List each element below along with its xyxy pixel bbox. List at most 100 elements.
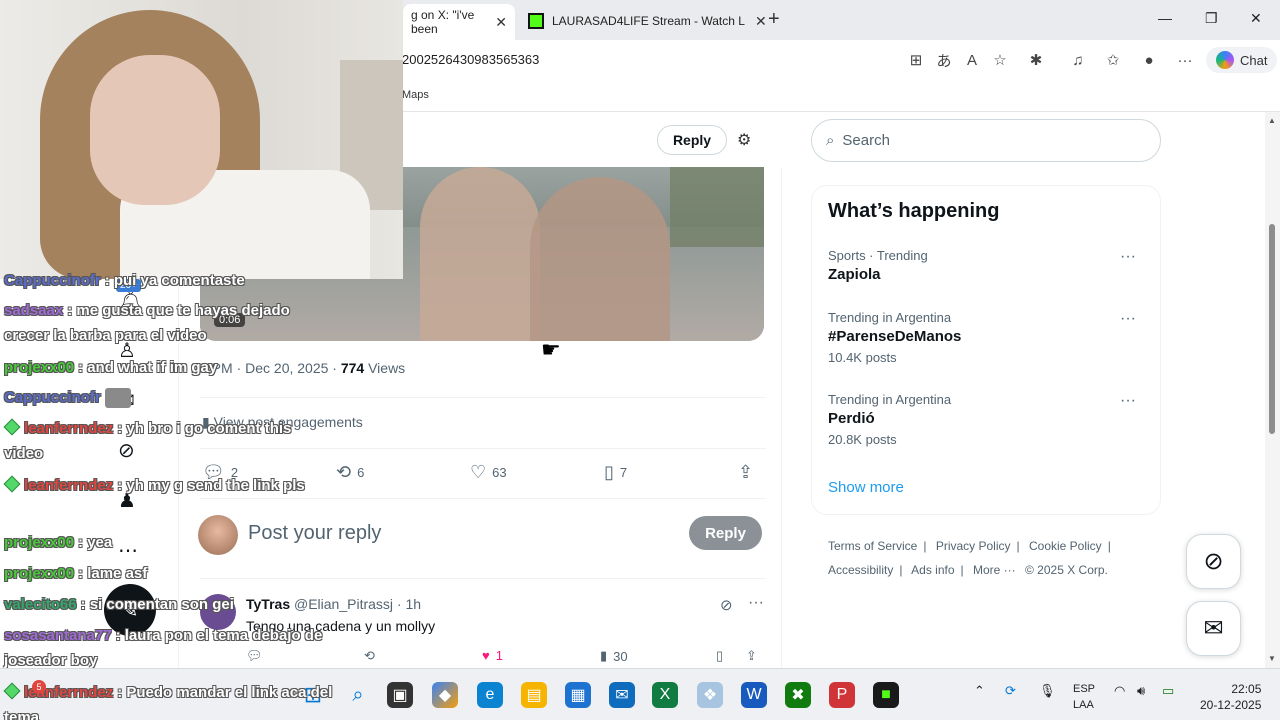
extensions-icon[interactable]: ✱: [1026, 50, 1046, 70]
media-icon[interactable]: ♫: [1068, 50, 1088, 70]
close-tab-icon[interactable]: ✕: [755, 13, 767, 30]
tab-x-post[interactable]: g on X: "i've been ✕: [403, 4, 515, 40]
trend-item[interactable]: Trending in Argentina Perdió 20.8K posts…: [828, 392, 1148, 447]
keyboard-layout: LAA: [1073, 699, 1094, 711]
tab-label: LAURASAD4LIFE Stream - Watch L: [552, 14, 745, 28]
scrollbar-thumb[interactable]: [1269, 224, 1275, 434]
more-icon[interactable]: ···: [748, 594, 764, 612]
chat-text: : pui ya comentaste: [104, 272, 245, 289]
scroll-up-icon[interactable]: ▲: [1268, 116, 1276, 125]
search-input[interactable]: ⌕ Search: [811, 119, 1161, 162]
kick-app-icon[interactable]: ■: [873, 682, 899, 708]
mail-icon[interactable]: ✉: [609, 682, 635, 708]
language-indicator[interactable]: ESP LAA: [1073, 681, 1095, 713]
messages-fab-button[interactable]: ✉: [1186, 601, 1241, 656]
footer-separator: |: [1016, 539, 1020, 553]
views-count: 774: [340, 360, 365, 376]
views-action[interactable]: ▮ 30: [600, 648, 628, 664]
bookmark-maps[interactable]: Maps: [402, 89, 429, 101]
xbox-icon[interactable]: ✖: [785, 682, 811, 708]
search-icon[interactable]: ⌕: [345, 682, 371, 708]
profile-icon[interactable]: ●: [1139, 50, 1159, 70]
more-menu-icon[interactable]: ···: [1175, 50, 1195, 70]
tab-label: g on X: "i've been: [411, 8, 475, 36]
copilot-icon[interactable]: ◆: [432, 682, 458, 708]
search-icon: ⌕: [826, 132, 835, 149]
edge-icon[interactable]: e: [477, 682, 503, 708]
tab-kick-stream[interactable]: LAURASAD4LIFE Stream - Watch L ✕: [520, 6, 775, 36]
bookmark-action[interactable]: ▯ 7: [604, 462, 627, 483]
trend-posts: 10.4K posts: [828, 350, 897, 365]
excel-icon[interactable]: X: [652, 682, 678, 708]
more-icon[interactable]: ···: [1120, 248, 1136, 266]
powerpoint-icon[interactable]: P: [829, 682, 855, 708]
footer-link[interactable]: Terms of Service: [828, 539, 917, 553]
favorite-star-icon[interactable]: ☆: [990, 50, 1010, 70]
trend-category: Trending in Argentina: [828, 310, 952, 325]
clock-date: 20-12-2025: [1200, 698, 1262, 712]
store-icon[interactable]: ▦: [565, 682, 591, 708]
footer-separator: |: [923, 539, 927, 553]
grok-fab-button[interactable]: ⊘: [1186, 534, 1241, 589]
chat-username: projexx00: [4, 359, 75, 376]
language-code: ESP: [1073, 683, 1096, 695]
chat-text: : yh my g send the link pls: [117, 477, 305, 494]
show-more-link[interactable]: Show more: [828, 479, 904, 496]
repost-icon: ⟲: [336, 462, 352, 482]
trend-posts: 20.8K posts: [828, 432, 897, 447]
reply-button[interactable]: Reply: [689, 516, 762, 550]
footer-link[interactable]: More ···: [973, 563, 1016, 577]
battery-icon[interactable]: ▭: [1162, 683, 1174, 699]
new-tab-icon[interactable]: +: [768, 8, 780, 31]
trend-name: Perdió: [828, 410, 875, 427]
trend-name: Zapiola: [828, 266, 881, 283]
photos-icon[interactable]: ❖: [697, 682, 723, 708]
trend-item[interactable]: Sports · Trending Zapiola ···: [828, 248, 1148, 288]
repost-icon[interactable]: ⟲: [364, 648, 375, 664]
trends-title: What’s happening: [828, 200, 1000, 222]
tray-overflow-icon[interactable]: ⌃: [974, 683, 985, 699]
bookmark-icon[interactable]: ▯: [716, 648, 723, 664]
more-icon[interactable]: ···: [1120, 310, 1136, 328]
sync-icon[interactable]: ⟳: [1005, 683, 1016, 699]
volume-icon[interactable]: 🔊︎: [1137, 683, 1145, 699]
chat-message: leanferrndez: Puedo mandar el link aca d…: [3, 680, 334, 720]
repost-action[interactable]: ⟲ 6: [336, 462, 364, 483]
minimize-icon[interactable]: —: [1158, 10, 1172, 26]
like-action[interactable]: ♥ 1: [482, 648, 503, 663]
subscriber-badge-icon: [3, 682, 21, 700]
scrollbar[interactable]: ▲ ▼: [1265, 112, 1280, 668]
chat-username: sadsaax: [4, 302, 64, 319]
close-tab-icon[interactable]: ✕: [495, 14, 507, 31]
favorites-icon[interactable]: ✩: [1103, 50, 1123, 70]
scroll-down-icon[interactable]: ▼: [1268, 654, 1276, 663]
sort-sliders-icon[interactable]: ⚙: [737, 130, 751, 150]
chat-username: valecito66: [4, 596, 77, 613]
app-view-icon[interactable]: ⊞: [906, 50, 926, 70]
share-action[interactable]: ⇪: [738, 462, 753, 483]
grok-icon[interactable]: ⊘: [720, 596, 733, 614]
url-text[interactable]: 2002526430983565363: [402, 52, 539, 67]
translate-icon[interactable]: あ: [934, 50, 954, 70]
share-icon[interactable]: ⇪: [746, 648, 757, 664]
footer-link[interactable]: Accessibility: [828, 563, 893, 577]
reply-filter-button[interactable]: Reply: [657, 125, 727, 155]
footer-link[interactable]: Privacy Policy: [936, 539, 1011, 553]
video-frame: [530, 177, 670, 341]
close-window-icon[interactable]: ✕: [1250, 10, 1262, 27]
trend-item[interactable]: Trending in Argentina #ParenseDeManos 10…: [828, 310, 1148, 365]
read-aloud-icon[interactable]: A: [962, 50, 982, 70]
chat-text: : si comentan son gei: [80, 596, 234, 613]
like-action[interactable]: ♡ 63: [470, 462, 507, 483]
wifi-icon[interactable]: ◠: [1114, 683, 1125, 699]
system-clock[interactable]: 22:05 20-12-2025: [1200, 681, 1261, 713]
copilot-chat-button[interactable]: Chat: [1206, 47, 1278, 73]
microphone-icon[interactable]: 🎙︎: [1039, 683, 1056, 699]
footer-link[interactable]: Cookie Policy: [1029, 539, 1102, 553]
restore-icon[interactable]: ❐: [1205, 10, 1218, 27]
word-icon[interactable]: W: [741, 682, 767, 708]
footer-link[interactable]: Ads info: [911, 563, 954, 577]
task-view-icon[interactable]: ▣: [387, 682, 413, 708]
file-explorer-icon[interactable]: ▤: [521, 682, 547, 708]
more-icon[interactable]: ···: [1120, 392, 1136, 410]
